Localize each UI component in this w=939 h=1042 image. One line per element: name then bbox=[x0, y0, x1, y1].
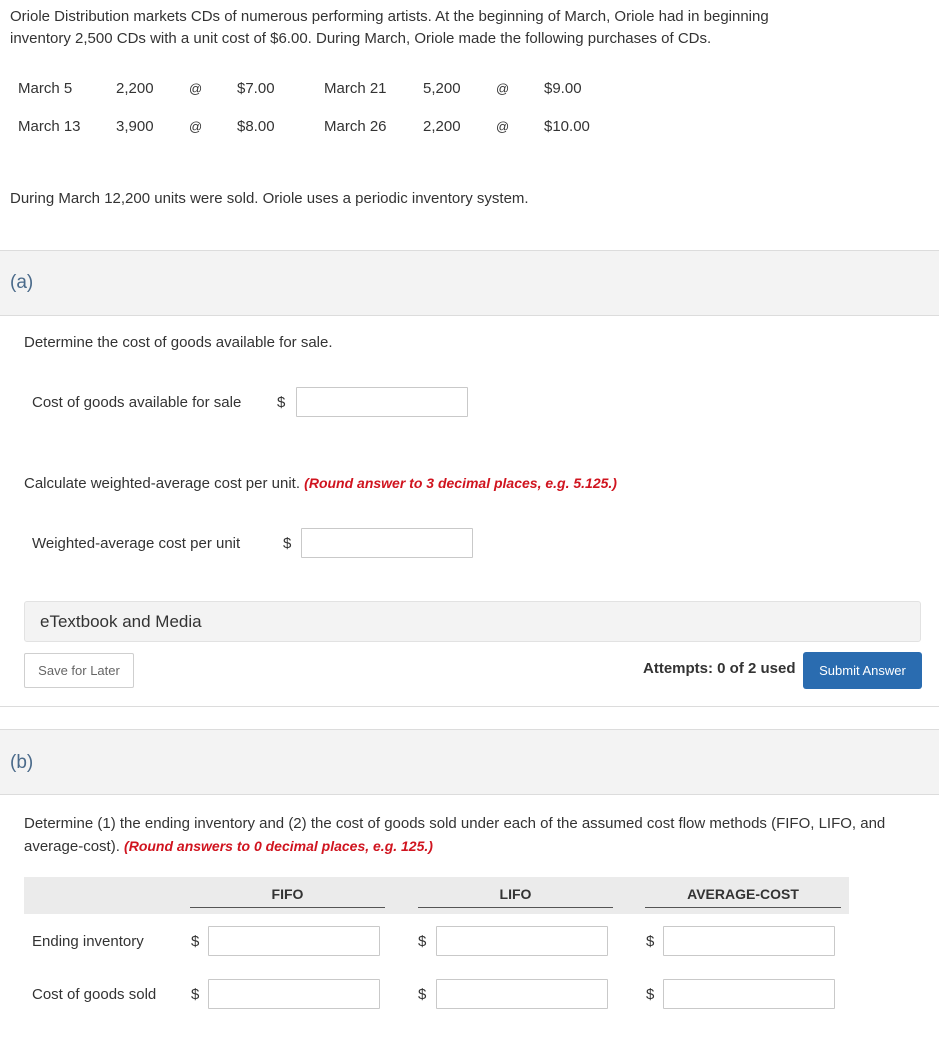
ending-inventory-average-input[interactable] bbox=[663, 926, 835, 956]
submit-answer-button[interactable]: Submit Answer bbox=[803, 652, 922, 689]
part-a-question-1: Determine the cost of goods available fo… bbox=[24, 334, 333, 351]
purchase-cost: $8.00 bbox=[237, 118, 275, 135]
at-symbol: @ bbox=[189, 119, 203, 134]
column-header-average-cost: AVERAGE-COST bbox=[687, 886, 799, 902]
purchase-units: 5,200 bbox=[423, 80, 461, 97]
purchase-cost: $9.00 bbox=[544, 80, 582, 97]
part-b-question-line-2: average-cost). (Round answers to 0 decim… bbox=[24, 835, 924, 858]
cogs-fifo-input[interactable] bbox=[208, 979, 380, 1009]
part-b-question: Determine (1) the ending inventory and (… bbox=[24, 813, 924, 858]
purchase-cost: $10.00 bbox=[544, 118, 590, 135]
cogs-lifo-input[interactable] bbox=[436, 979, 608, 1009]
purchase-date: March 21 bbox=[324, 80, 387, 97]
cogas-input[interactable] bbox=[296, 387, 468, 417]
attempts-counter: Attempts: 0 of 2 used bbox=[643, 660, 796, 677]
currency-symbol: $ bbox=[277, 394, 286, 411]
currency-symbol: $ bbox=[418, 933, 427, 950]
column-header-lifo: LIFO bbox=[499, 886, 532, 902]
currency-symbol: $ bbox=[418, 986, 427, 1003]
problem-intro: Oriole Distribution markets CDs of numer… bbox=[10, 6, 910, 50]
column-underline bbox=[645, 907, 841, 908]
part-a-label: (a) bbox=[10, 272, 34, 293]
currency-symbol: $ bbox=[191, 986, 200, 1003]
rounding-hint: (Round answers to 0 decimal places, e.g.… bbox=[124, 838, 433, 854]
wac-label: Weighted-average cost per unit bbox=[32, 535, 241, 552]
units-sold-text: During March 12,200 units were sold. Ori… bbox=[10, 190, 529, 207]
wac-input[interactable] bbox=[301, 528, 473, 558]
ending-inventory-fifo-input[interactable] bbox=[208, 926, 380, 956]
etextbook-media-panel[interactable]: eTextbook and Media bbox=[24, 601, 921, 642]
currency-symbol: $ bbox=[646, 986, 655, 1003]
purchase-date: March 26 bbox=[324, 118, 387, 135]
column-underline bbox=[190, 907, 385, 908]
currency-symbol: $ bbox=[646, 933, 655, 950]
cogs-label: Cost of goods sold bbox=[32, 986, 157, 1003]
currency-symbol: $ bbox=[191, 933, 200, 950]
part-a-question-2: Calculate weighted-average cost per unit… bbox=[24, 475, 617, 492]
ending-inventory-label: Ending inventory bbox=[32, 933, 144, 950]
rounding-hint: (Round answer to 3 decimal places, e.g. … bbox=[304, 475, 617, 491]
purchase-cost: $7.00 bbox=[237, 80, 275, 97]
cogs-average-input[interactable] bbox=[663, 979, 835, 1009]
ending-inventory-lifo-input[interactable] bbox=[436, 926, 608, 956]
at-symbol: @ bbox=[189, 81, 203, 96]
purchase-units: 2,200 bbox=[116, 80, 154, 97]
part-a-header bbox=[0, 250, 939, 316]
purchase-date: March 13 bbox=[18, 118, 81, 135]
part-b-question-line-2-text: average-cost). bbox=[24, 838, 120, 855]
at-symbol: @ bbox=[496, 81, 510, 96]
purchase-date: March 5 bbox=[18, 80, 73, 97]
methods-header-row: FIFO LIFO AVERAGE-COST bbox=[24, 877, 849, 914]
intro-line-1: Oriole Distribution markets CDs of numer… bbox=[10, 8, 769, 25]
column-header-fifo: FIFO bbox=[271, 886, 304, 902]
save-for-later-button[interactable]: Save for Later bbox=[24, 653, 134, 688]
column-underline bbox=[418, 907, 613, 908]
question-2-text: Calculate weighted-average cost per unit… bbox=[24, 475, 300, 492]
currency-symbol: $ bbox=[283, 535, 292, 552]
cogas-label: Cost of goods available for sale bbox=[32, 394, 242, 411]
purchase-units: 3,900 bbox=[116, 118, 154, 135]
section-divider bbox=[0, 706, 939, 707]
at-symbol: @ bbox=[496, 119, 510, 134]
part-b-label: (b) bbox=[10, 752, 34, 773]
intro-line-2: inventory 2,500 CDs with a unit cost of … bbox=[10, 30, 712, 47]
purchase-units: 2,200 bbox=[423, 118, 461, 135]
part-b-header bbox=[0, 729, 939, 795]
etextbook-label: eTextbook and Media bbox=[40, 612, 202, 631]
part-b-question-line-1: Determine (1) the ending inventory and (… bbox=[24, 815, 886, 832]
